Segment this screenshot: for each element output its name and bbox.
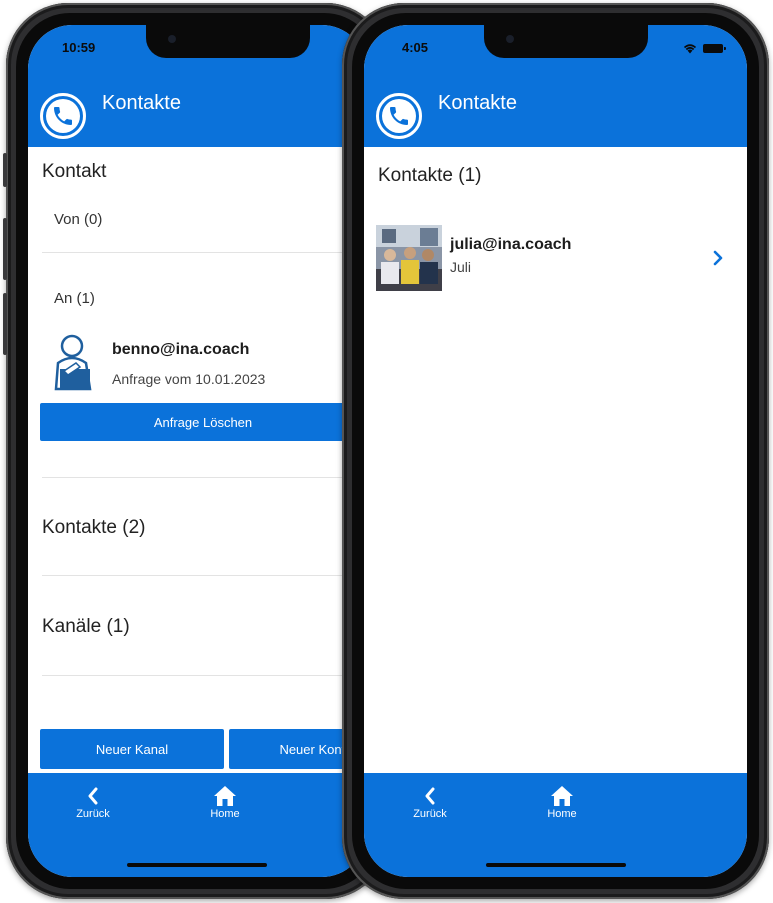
new-channel-button[interactable]: Neuer Kanal — [40, 729, 224, 769]
nav-home-button[interactable]: Home — [195, 785, 255, 820]
right-screen: 4:05 Kontakte Kontakte (1) julia@ina.coa… — [364, 25, 747, 877]
left-content: Kontakt Von (0) An (1) benno@ina.coach A… — [28, 147, 366, 773]
left-screen: 10:59 Kontakte Kontakt Von (0) An (1) be… — [28, 25, 366, 877]
home-icon — [214, 786, 236, 806]
contact-subtitle: Juli — [450, 259, 472, 275]
app-title: Kontakte — [438, 92, 517, 114]
chevron-left-icon — [425, 787, 435, 805]
home-indicator — [127, 863, 267, 867]
volume-down-button — [3, 293, 7, 355]
wifi-icon — [683, 44, 697, 54]
section-kontakt-title: Kontakt — [42, 161, 107, 182]
home-icon — [551, 786, 573, 806]
divider — [42, 252, 366, 253]
divider — [42, 477, 366, 478]
battery-icon — [703, 43, 726, 53]
mute-switch — [3, 153, 7, 187]
contact-name: julia@ina.coach — [450, 236, 572, 253]
user-icon — [54, 334, 92, 391]
phone-icon — [390, 107, 408, 125]
nav-back-button[interactable]: Zurück — [63, 785, 123, 820]
left-phone-bezel: 10:59 Kontakte Kontakt Von (0) An (1) be… — [16, 13, 378, 889]
app-logo — [40, 93, 86, 139]
nav-back-button[interactable]: Zurück — [400, 785, 460, 820]
app-logo — [376, 93, 422, 139]
app-title: Kontakte — [102, 92, 181, 114]
section-kontakte-title[interactable]: Kontakte (2) — [42, 517, 146, 539]
right-phone-frame: 4:05 Kontakte Kontakte (1) julia@ina.coa… — [342, 3, 769, 899]
notch — [146, 25, 310, 58]
status-time: 10:59 — [62, 40, 96, 55]
nav-home-label: Home — [547, 808, 577, 820]
notch — [484, 25, 648, 58]
bottom-nav: Zurück Home — [364, 773, 747, 877]
front-camera — [168, 35, 176, 43]
von-label[interactable]: Von (0) — [54, 211, 102, 228]
phone-icon — [54, 107, 72, 125]
divider — [42, 675, 366, 676]
delete-request-button[interactable]: Anfrage Löschen — [40, 403, 366, 441]
contact-photo — [376, 225, 442, 291]
status-icons — [682, 42, 726, 54]
status-time: 4:05 — [402, 40, 429, 55]
front-camera — [506, 35, 514, 43]
chevron-left-icon — [88, 787, 98, 805]
nav-home-label: Home — [210, 808, 240, 820]
volume-up-button — [3, 218, 7, 280]
chevron-right-icon[interactable] — [713, 250, 723, 266]
nav-back-label: Zurück — [76, 808, 110, 820]
home-indicator — [485, 863, 626, 867]
an-label[interactable]: An (1) — [54, 290, 95, 307]
left-phone-frame: 10:59 Kontakte Kontakt Von (0) An (1) be… — [3, 3, 388, 899]
request-name: benno@ina.coach — [112, 341, 250, 358]
right-phone-bezel: 4:05 Kontakte Kontakte (1) julia@ina.coa… — [352, 13, 759, 889]
divider — [42, 575, 366, 576]
right-content: Kontakte (1) julia@ina.coach Juli — [364, 147, 747, 773]
section-kanaele-title[interactable]: Kanäle (1) — [42, 616, 130, 638]
request-date: Anfrage vom 10.01.2023 — [112, 371, 266, 387]
nav-back-label: Zurück — [413, 808, 447, 820]
bottom-nav: Zurück Home — [28, 773, 366, 877]
nav-home-button[interactable]: Home — [532, 785, 592, 820]
section-kontakte-title: Kontakte (1) — [378, 165, 482, 186]
